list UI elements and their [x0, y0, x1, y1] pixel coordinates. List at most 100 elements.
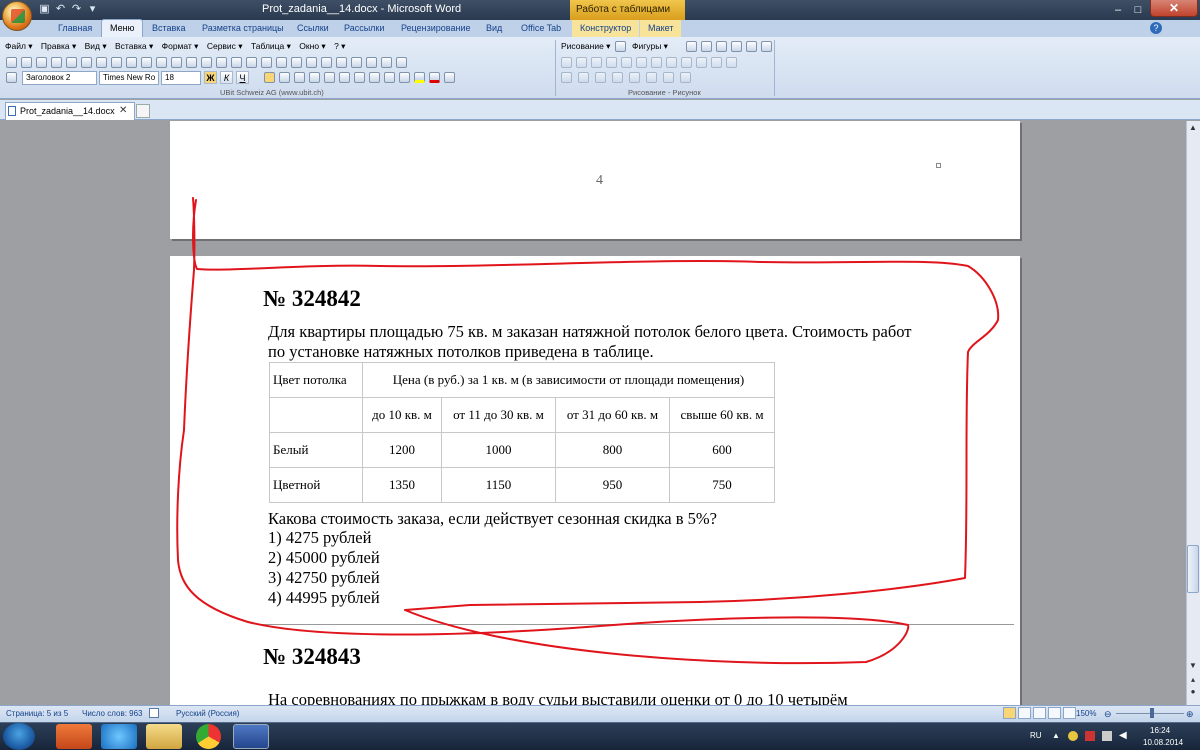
internet-explorer-icon[interactable]	[101, 724, 137, 749]
italic-button[interactable]: К	[220, 71, 233, 84]
3d-icon[interactable]	[680, 72, 691, 83]
menu-insert[interactable]: Вставка ▾	[115, 41, 153, 51]
columns-icon[interactable]	[291, 57, 302, 68]
tables-borders-icon[interactable]	[246, 57, 257, 68]
borders-icon[interactable]	[399, 72, 410, 83]
maximize-button[interactable]: □	[1130, 3, 1146, 17]
redo-icon[interactable]: ↷	[70, 3, 83, 16]
save-icon[interactable]	[36, 57, 47, 68]
open-icon[interactable]	[21, 57, 32, 68]
preview-icon[interactable]	[96, 57, 107, 68]
extend-icon[interactable]	[444, 72, 455, 83]
prev-page-icon[interactable]: ▴	[1187, 674, 1199, 686]
color-icon[interactable]	[576, 57, 587, 68]
save-icon[interactable]: ▣	[38, 3, 51, 16]
drawing-dropdown[interactable]: Рисование ▾	[561, 41, 610, 52]
permission-icon[interactable]	[51, 57, 62, 68]
copy-icon[interactable]	[156, 57, 167, 68]
reset-picture-icon[interactable]	[726, 57, 737, 68]
menu-edit[interactable]: Правка ▾	[41, 41, 76, 51]
style-combo[interactable]: Заголовок 2	[22, 71, 97, 85]
table-cell[interactable]: 750	[669, 467, 775, 503]
format-picture-icon[interactable]	[696, 57, 707, 68]
tab-menu[interactable]: Меню	[101, 19, 144, 37]
tab-vid[interactable]: Вид	[486, 20, 502, 37]
insert-table-icon[interactable]	[261, 57, 272, 68]
font-color-icon[interactable]	[429, 72, 440, 83]
field-icon[interactable]	[351, 57, 362, 68]
zoom-out-icon[interactable]: ⊖	[1104, 709, 1112, 720]
start-button[interactable]	[3, 723, 35, 750]
action-center-icon[interactable]	[1085, 731, 1095, 741]
table-cell[interactable]: 600	[669, 432, 775, 468]
language-indicator[interactable]: Русский (Россия)	[176, 709, 239, 718]
brightness-icon[interactable]	[606, 57, 617, 68]
underline-button[interactable]: Ч	[236, 71, 249, 84]
excel-icon[interactable]	[276, 57, 287, 68]
line-spacing-icon[interactable]	[324, 72, 335, 83]
font-size-combo[interactable]: 18	[161, 71, 201, 85]
word-taskbar-icon[interactable]	[233, 724, 269, 749]
scroll-thumb[interactable]	[1187, 545, 1199, 593]
volume-icon[interactable]: ◀	[1119, 730, 1127, 741]
shapes-dropdown[interactable]: Фигуры ▾	[632, 41, 668, 52]
select-browse-object-icon[interactable]: ●	[1187, 686, 1199, 698]
table-header-cell[interactable]: свыше 60 кв. м	[669, 397, 775, 433]
menu-file[interactable]: Файл ▾	[5, 41, 33, 51]
textbox-icon[interactable]	[746, 41, 757, 52]
align-center-icon[interactable]	[279, 72, 290, 83]
compress-icon[interactable]	[666, 57, 677, 68]
bullets-icon[interactable]	[354, 72, 365, 83]
tab-ssylki[interactable]: Ссылки	[297, 20, 329, 37]
text-color-icon[interactable]	[595, 72, 606, 83]
oval-icon[interactable]	[731, 41, 742, 52]
tab-razmetka[interactable]: Разметка страницы	[202, 20, 284, 37]
minimize-button[interactable]: –	[1110, 3, 1126, 17]
decrease-indent-icon[interactable]	[369, 72, 380, 83]
clock-date[interactable]: 10.08.2014	[1143, 738, 1183, 747]
scroll-up-icon[interactable]: ▲	[1187, 122, 1199, 134]
scroll-down-icon[interactable]: ▼	[1187, 660, 1199, 672]
menu-table[interactable]: Таблица ▾	[251, 41, 291, 51]
menu-tools[interactable]: Сервис ▾	[207, 41, 243, 51]
print-icon[interactable]	[81, 57, 92, 68]
tab-vstavka[interactable]: Вставка	[152, 20, 185, 37]
line-icon[interactable]	[686, 41, 697, 52]
clock-time[interactable]: 16:24	[1150, 726, 1170, 735]
table-header-cell[interactable]: от 31 до 60 кв. м	[555, 397, 670, 433]
file-explorer-icon[interactable]	[146, 724, 182, 749]
zoom-slider-thumb[interactable]	[1150, 708, 1154, 718]
line-style-icon[interactable]	[651, 57, 662, 68]
transparent-icon[interactable]	[711, 57, 722, 68]
tab-glavnaya[interactable]: Главная	[58, 20, 92, 37]
shadow-icon[interactable]	[663, 72, 674, 83]
menu-format[interactable]: Формат ▾	[162, 41, 199, 51]
table-header-cell[interactable]: от 11 до 30 кв. м	[441, 397, 556, 433]
increase-indent-icon[interactable]	[384, 72, 395, 83]
numbering-icon[interactable]	[339, 72, 350, 83]
price-table[interactable]: Цвет потолка Цена (в руб.) за 1 кв. м (в…	[269, 362, 775, 503]
network-icon[interactable]	[1102, 731, 1112, 741]
new-icon[interactable]	[6, 57, 17, 68]
table-cell[interactable]: Белый	[269, 432, 363, 468]
document-tab[interactable]: Prot_zadania__14.docx	[5, 102, 135, 120]
line-weight-icon[interactable]	[612, 72, 623, 83]
rectangle-icon[interactable]	[716, 41, 727, 52]
table-header-cell[interactable]: до 10 кв. м	[362, 397, 442, 433]
page-count[interactable]: Страница: 5 из 5	[6, 709, 68, 718]
insert-picture-icon[interactable]	[561, 57, 572, 68]
line-color-icon[interactable]	[578, 72, 589, 83]
spelling-icon[interactable]	[111, 57, 122, 68]
menu-help[interactable]: ? ▾	[334, 41, 345, 51]
font-combo[interactable]: Times New Ro	[99, 71, 159, 85]
menu-view[interactable]: Вид ▾	[85, 41, 107, 51]
draft-icon[interactable]	[1063, 707, 1076, 719]
menu-window[interactable]: Окно ▾	[299, 41, 325, 51]
show-hide-icon[interactable]	[336, 57, 347, 68]
table-cell[interactable]: 1150	[441, 467, 556, 503]
cut-icon[interactable]	[141, 57, 152, 68]
help-icon[interactable]: ?	[1150, 22, 1162, 34]
rotate-icon[interactable]	[636, 57, 647, 68]
table-cell[interactable]: 950	[555, 467, 670, 503]
tray-app-icon[interactable]	[1068, 731, 1078, 741]
